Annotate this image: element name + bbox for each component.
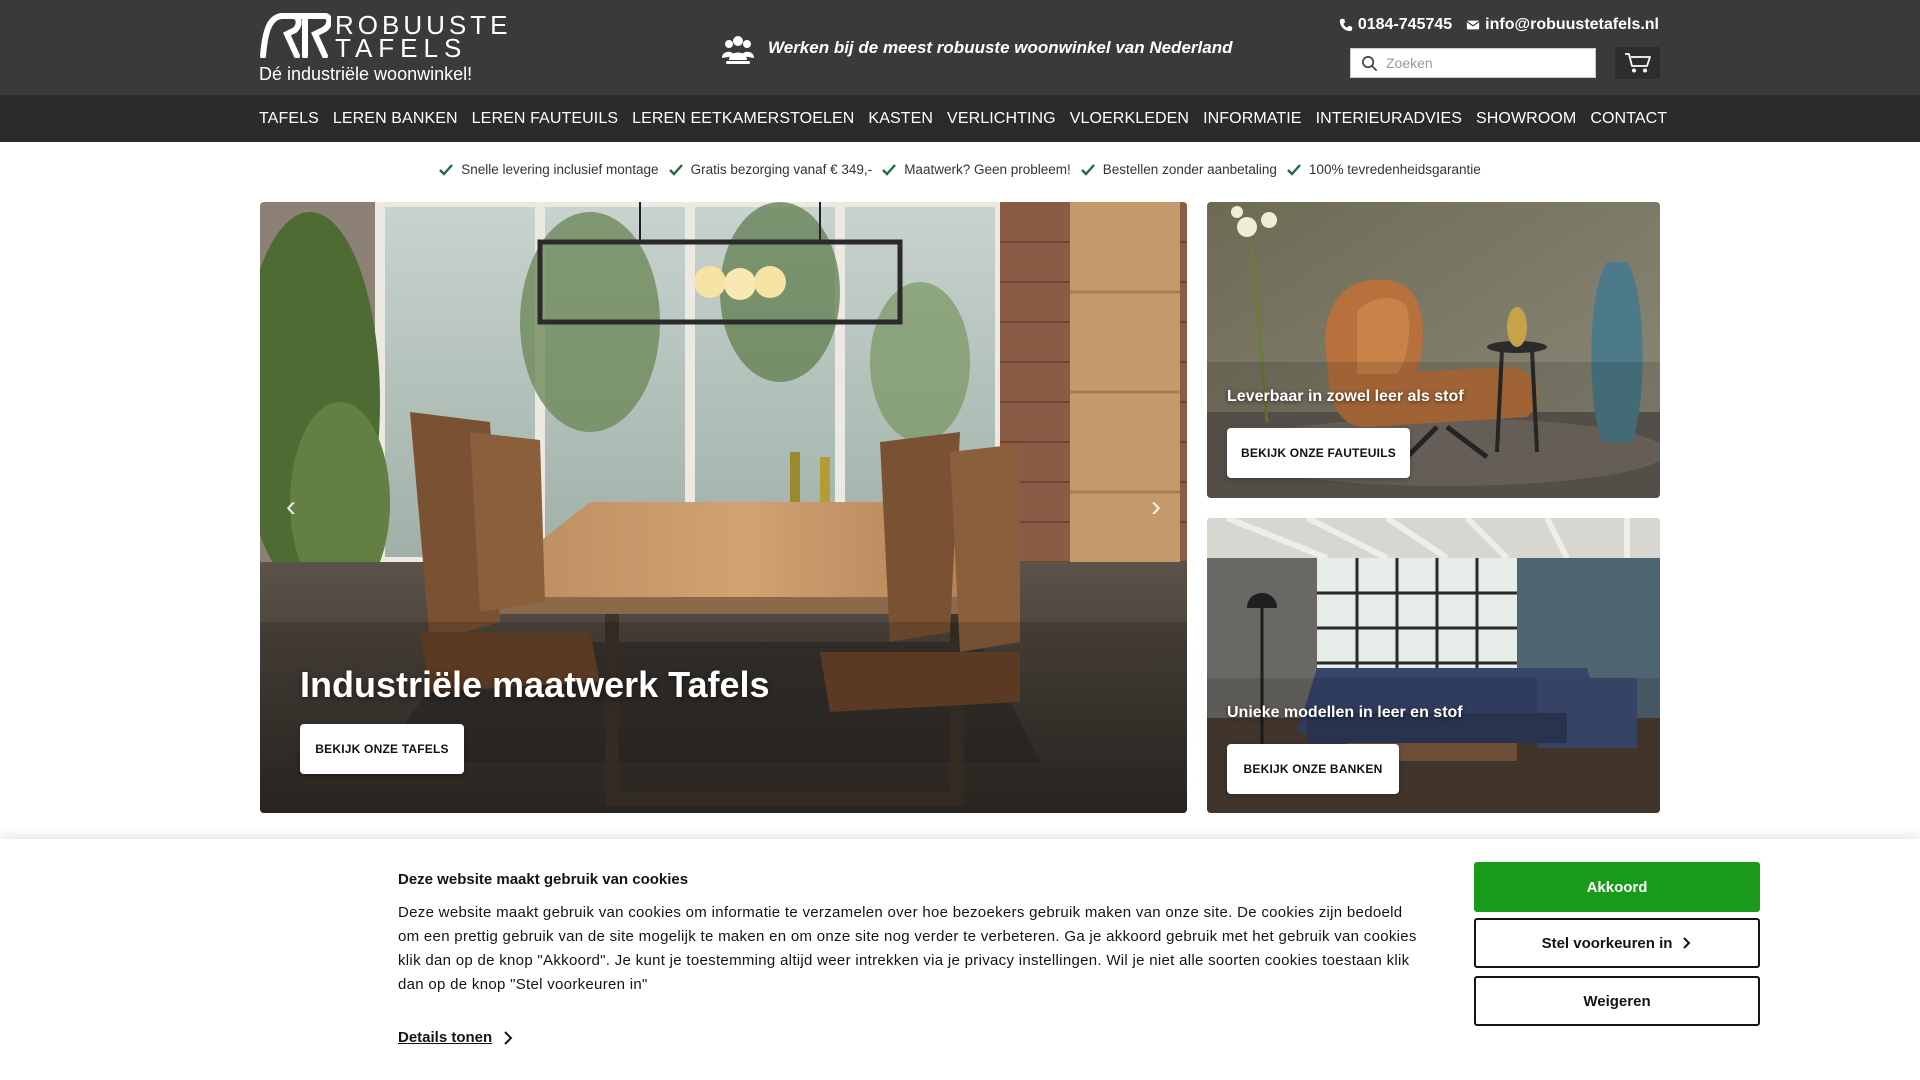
contact-info: 0184-745745 info@robuustetafels.nl	[1339, 16, 1659, 34]
envelope-icon	[1466, 20, 1480, 30]
accept-label: Akkoord	[1586, 878, 1648, 896]
banken-caption: Unieke modellen in leer en stof	[1227, 704, 1463, 721]
usp-bar: Snelle levering inclusief montage Gratis…	[0, 162, 1920, 177]
nav-item-verlichting[interactable]: VERLICHTING	[940, 110, 1063, 128]
usp-label: Maatwerk? Geen probleem!	[904, 162, 1071, 177]
hero-banner-banken[interactable]: Unieke modellen in leer en stof BEKIJK O…	[1207, 518, 1660, 813]
usp-item: Snelle levering inclusief montage	[439, 162, 659, 177]
check-icon	[668, 163, 683, 176]
cookie-title: Deze website maakt gebruik van cookies	[398, 871, 689, 888]
nav-item-contact[interactable]: CONTACT	[1583, 110, 1674, 128]
jobs-text: Werken bij de meest robuuste woonwinkel …	[768, 38, 1233, 57]
carousel-prev-icon[interactable]: ‹	[286, 490, 296, 524]
dining-room-photo	[260, 202, 1187, 813]
nav-item-informatie[interactable]: INFORMATIE	[1196, 110, 1308, 128]
usp-label: Bestellen zonder aanbetaling	[1102, 162, 1277, 177]
check-icon	[439, 163, 454, 176]
usp-item: Bestellen zonder aanbetaling	[1080, 162, 1277, 177]
usp-item: 100% tevredenheidsgarantie	[1287, 162, 1481, 177]
email-address: info@robuustetafels.nl	[1485, 16, 1659, 33]
deny-cookies-button[interactable]: Weigeren	[1474, 976, 1760, 1026]
usp-label: Snelle levering inclusief montage	[461, 162, 659, 177]
team-icon	[721, 31, 755, 65]
hero-main-title: Industriële maatwerk Tafels	[300, 664, 770, 705]
nav-item-interieuradvies[interactable]: INTERIEURADVIES	[1309, 110, 1469, 128]
header-bar: ROBUUSTE TAFELS Dé industriële woonwinke…	[0, 0, 1920, 95]
search-input[interactable]	[1386, 55, 1586, 71]
main-nav: TAFELS LEREN BANKEN LEREN FAUTEUILS LERE…	[259, 95, 1674, 142]
hero-banner-tafels[interactable]: ‹ › Industriële maatwerk Tafels BEKIJK O…	[260, 202, 1187, 813]
check-icon	[882, 163, 897, 176]
check-icon	[1080, 163, 1095, 176]
usp-item: Maatwerk? Geen probleem!	[882, 162, 1071, 177]
hero-banner-fauteuils[interactable]: Leverbaar in zowel leer als stof BEKIJK …	[1207, 202, 1660, 498]
cookie-banner: Deze website maakt gebruik van cookies D…	[0, 839, 1920, 1080]
cookie-text: Deze website maakt gebruik van cookies o…	[398, 904, 1417, 993]
chevron-right-icon	[504, 1030, 513, 1045]
cart-button[interactable]	[1615, 47, 1660, 79]
phone-icon	[1339, 18, 1352, 32]
nav-item-leren-banken[interactable]: LEREN BANKEN	[326, 110, 465, 128]
email-link[interactable]: info@robuustetafels.nl	[1466, 16, 1659, 34]
nav-item-leren-eetkamerstoelen[interactable]: LEREN EETKAMERSTOELEN	[625, 110, 861, 128]
usp-label: Gratis bezorging vanaf € 349,-	[690, 162, 873, 177]
view-tables-button[interactable]: BEKIJK ONZE TAFELS	[300, 724, 464, 774]
logo-mark-icon	[260, 13, 331, 58]
cookie-details-label: Details tonen	[398, 1029, 493, 1046]
logo-tagline: Dé industriële woonwinkel!	[259, 64, 473, 84]
carousel-next-icon[interactable]: ›	[1151, 490, 1161, 524]
logo-word-2: TAFELS	[335, 33, 468, 63]
usp-label: 100% tevredenheidsgarantie	[1308, 162, 1481, 177]
cookie-preferences-button[interactable]: Stel voorkeuren in	[1474, 918, 1760, 968]
site-logo[interactable]: ROBUUSTE TAFELS Dé industriële woonwinke…	[259, 12, 507, 86]
check-icon	[1287, 163, 1301, 176]
view-armchairs-button[interactable]: BEKIJK ONZE FAUTEUILS	[1227, 428, 1410, 478]
nav-item-kasten[interactable]: KASTEN	[861, 110, 940, 128]
phone-number: 0184-745745	[1357, 16, 1453, 33]
cookie-details-link[interactable]: Details tonen	[398, 1029, 514, 1046]
jobs-link[interactable]: Werken bij de meest robuuste woonwinkel …	[720, 30, 1232, 66]
cart-icon	[1624, 53, 1651, 73]
chevron-right-icon	[1683, 937, 1691, 949]
fauteuils-caption: Leverbaar in zowel leer als stof	[1227, 388, 1464, 405]
nav-item-tafels[interactable]: TAFELS	[259, 110, 326, 128]
accept-cookies-button[interactable]: Akkoord	[1474, 862, 1760, 912]
main-nav-bar: TAFELS LEREN BANKEN LEREN FAUTEUILS LERE…	[0, 95, 1920, 142]
view-sofas-button[interactable]: BEKIJK ONZE BANKEN	[1227, 744, 1399, 794]
usp-item: Gratis bezorging vanaf € 349,-	[668, 162, 873, 177]
nav-item-vloerkleden[interactable]: VLOERKLEDEN	[1063, 110, 1196, 128]
search-box[interactable]	[1350, 48, 1596, 78]
nav-item-showroom[interactable]: SHOWROOM	[1469, 110, 1583, 128]
search-icon	[1362, 55, 1377, 71]
deny-label: Weigeren	[1583, 992, 1651, 1010]
nav-item-leren-fauteuils[interactable]: LEREN FAUTEUILS	[465, 110, 625, 128]
prefs-label: Stel voorkeuren in	[1541, 934, 1673, 952]
phone-link[interactable]: 0184-745745	[1339, 16, 1452, 34]
